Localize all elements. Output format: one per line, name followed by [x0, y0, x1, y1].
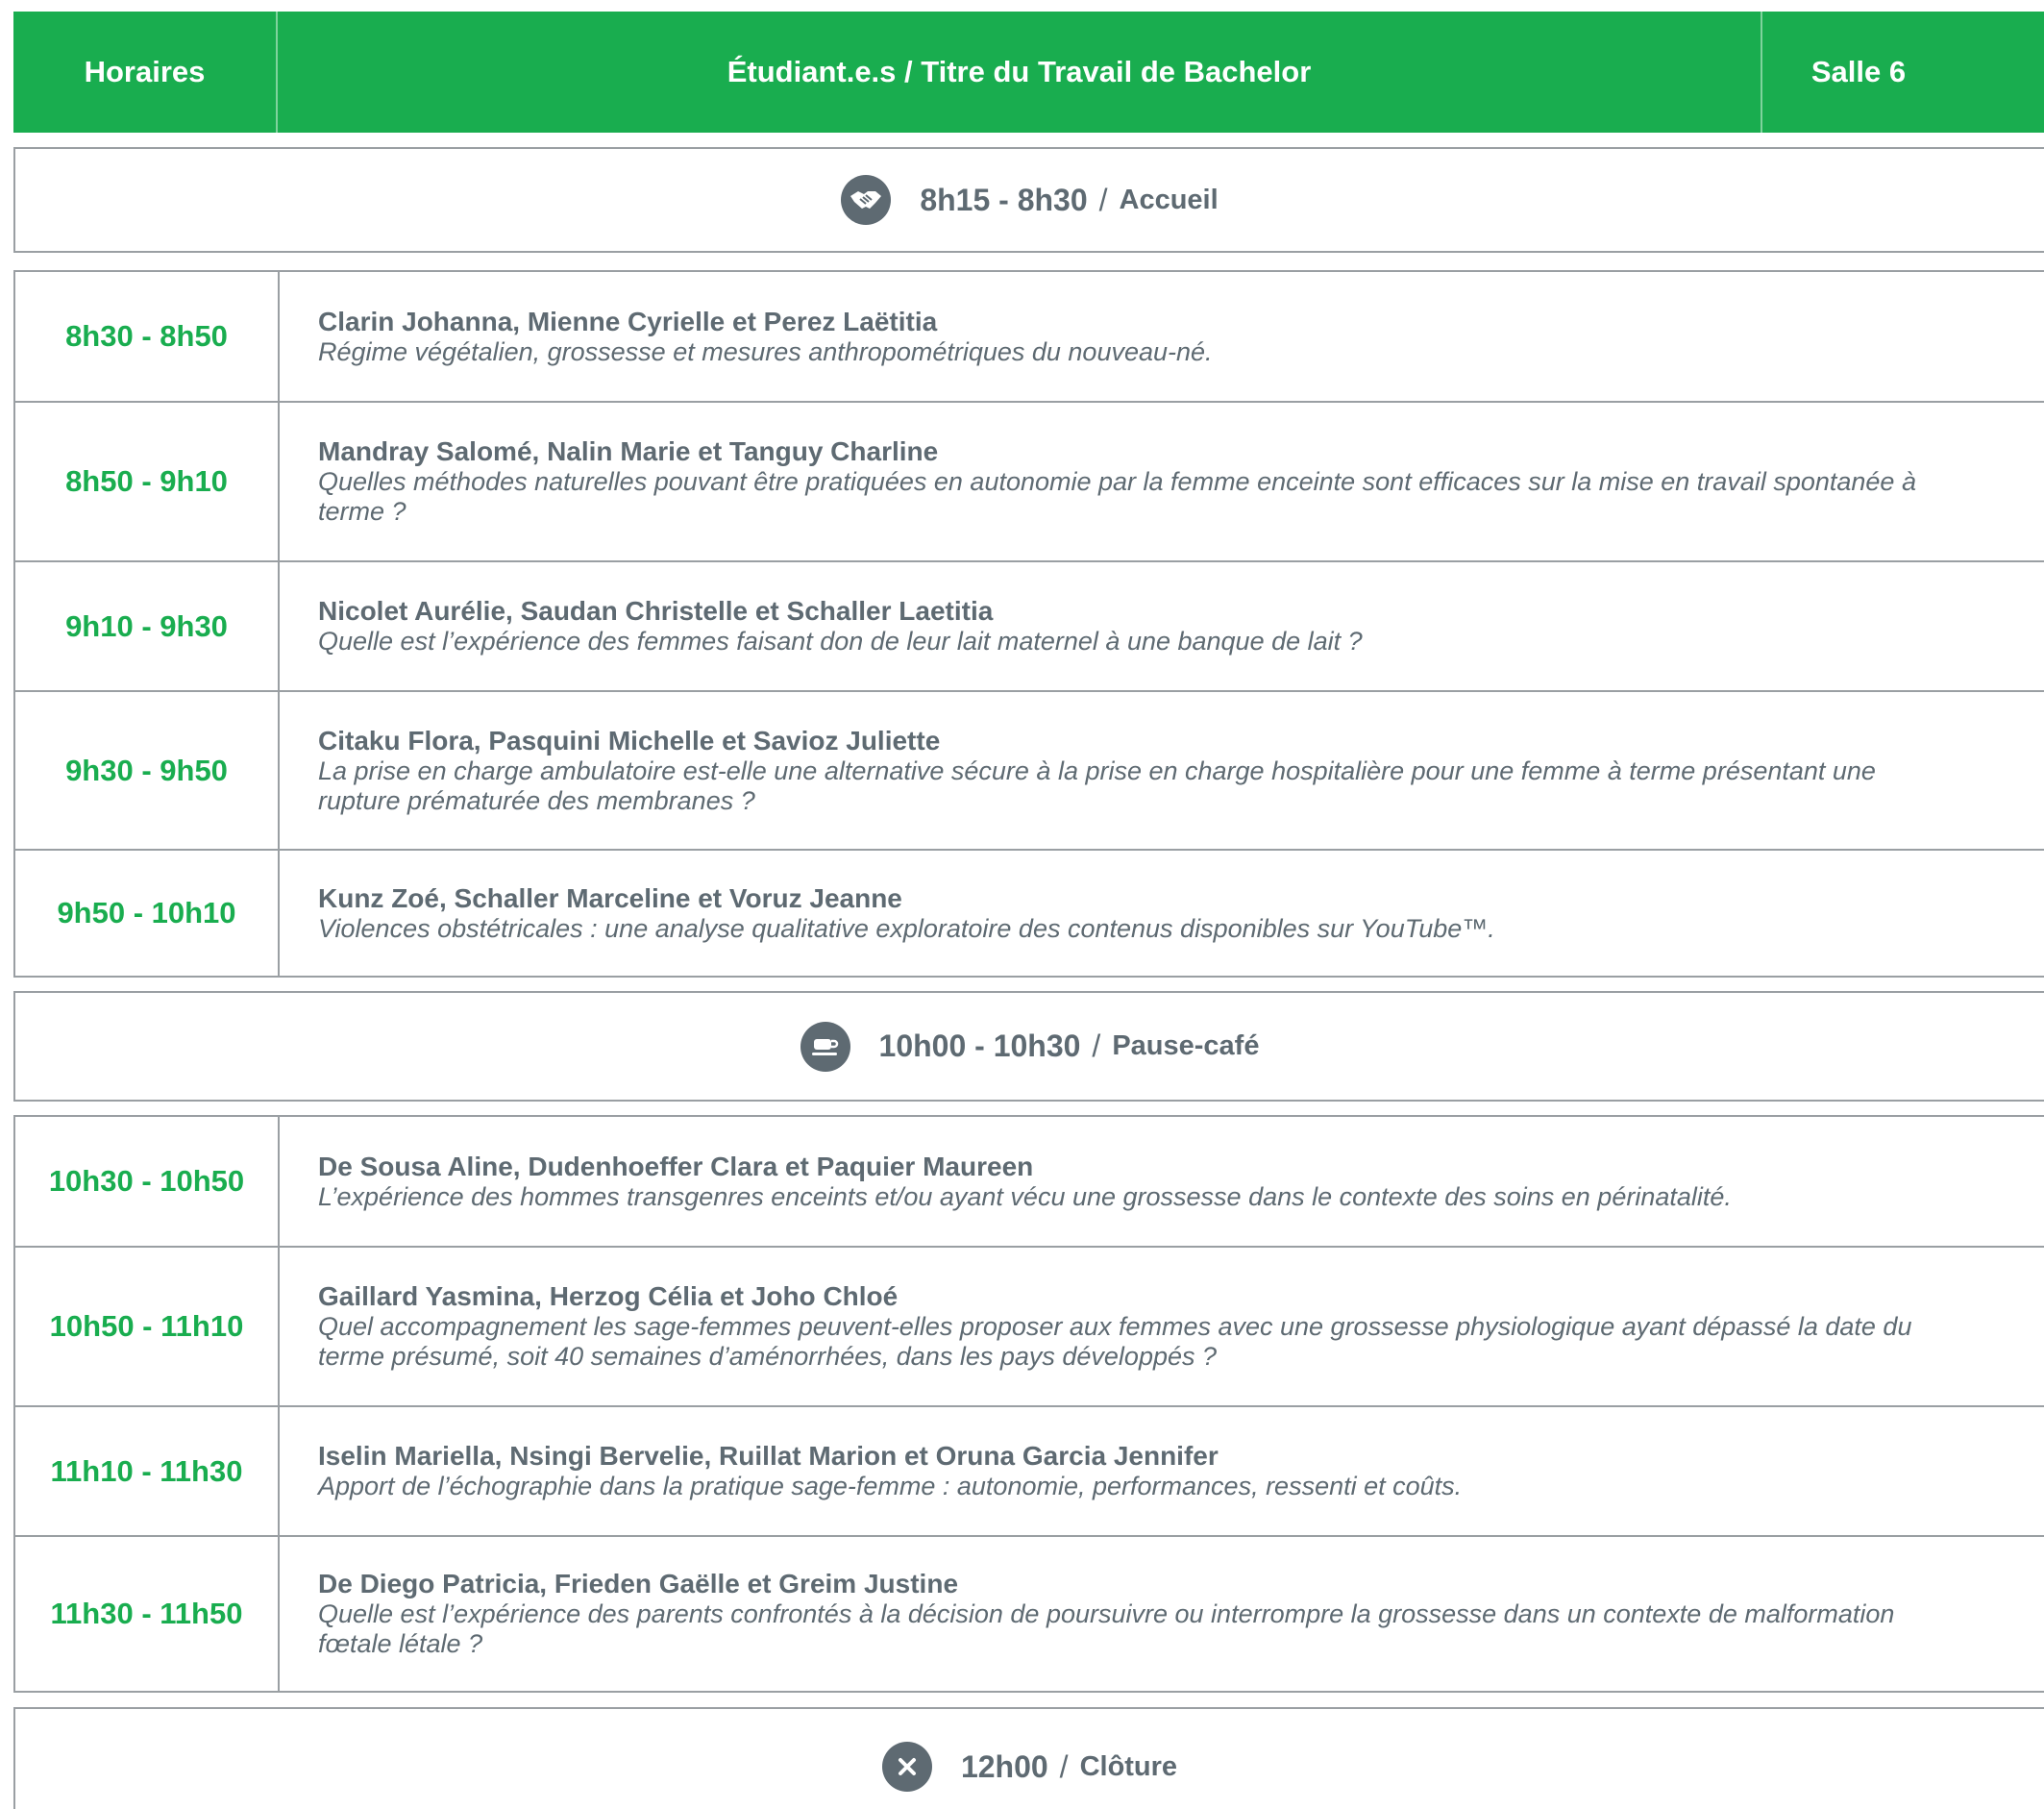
- break-label: Clôture: [1079, 1751, 1178, 1782]
- thesis-title: Violences obstétricales : une analyse qu…: [318, 913, 1495, 943]
- thesis-title: Quel accompagnement les sage-femmes peuv…: [318, 1312, 1912, 1371]
- session-time: 10h50 - 11h10: [15, 1248, 280, 1405]
- separator-slash: /: [1098, 182, 1108, 217]
- student-names: De Diego Patricia, Frieden Gaëlle et Gre…: [318, 1569, 959, 1598]
- session-time: 8h30 - 8h50: [15, 272, 280, 401]
- student-names: Nicolet Aurélie, Saudan Christelle et Sc…: [318, 596, 994, 626]
- thesis-title: Quelles méthodes naturelles pouvant être…: [318, 467, 1916, 526]
- break-band-cloture: 12h00 / Clôture: [13, 1707, 2044, 1809]
- table-row: 8h50 - 9h10 Mandray Salomé, Nalin Marie …: [15, 401, 2044, 560]
- break-band-pause-cafe: 10h00 - 10h30 / Pause-café: [13, 991, 2044, 1102]
- student-names: Citaku Flora, Pasquini Michelle et Savio…: [318, 725, 941, 756]
- header-students-title: Étudiant.e.s / Titre du Travail de Bache…: [278, 12, 1762, 133]
- table-row: 10h30 - 10h50 De Sousa Aline, Dudenhoeff…: [15, 1117, 2044, 1246]
- table-row: 9h30 - 9h50 Citaku Flora, Pasquini Miche…: [15, 690, 2044, 849]
- thesis-title: Quelle est l’expérience des parents conf…: [318, 1599, 1895, 1658]
- session-time: 9h10 - 9h30: [15, 562, 280, 690]
- table-row: 11h10 - 11h30 Iselin Mariella, Nsingi Be…: [15, 1405, 2044, 1535]
- header-room: Salle 6: [1810, 55, 1907, 88]
- session-details: Mandray Salomé, Nalin Marie et Tanguy Ch…: [280, 403, 2044, 560]
- break-time: 8h15 - 8h30: [920, 182, 1088, 217]
- break-label: Accueil: [1119, 184, 1219, 215]
- table-row: 9h50 - 10h10 Kunz Zoé, Schaller Marcelin…: [15, 849, 2044, 976]
- student-names: De Sousa Aline, Dudenhoeffer Clara et Pa…: [318, 1151, 1034, 1181]
- session-details: Nicolet Aurélie, Saudan Christelle et Sc…: [280, 562, 2044, 690]
- session-details: Gaillard Yasmina, Herzog Célia et Joho C…: [280, 1248, 2044, 1405]
- session-time: 9h50 - 10h10: [15, 851, 280, 976]
- thesis-title: Régime végétalien, grossesse et mesures …: [318, 336, 1213, 366]
- separator-slash: /: [1059, 1749, 1069, 1784]
- thesis-title: La prise en charge ambulatoire est-elle …: [318, 756, 1876, 815]
- session-details: Iselin Mariella, Nsingi Bervelie, Ruilla…: [280, 1407, 2044, 1535]
- thesis-title: Quelle est l’expérience des femmes faisa…: [318, 627, 1363, 656]
- break-time: 10h00 - 10h30: [878, 1028, 1081, 1063]
- table-row: 10h50 - 11h10 Gaillard Yasmina, Herzog C…: [15, 1246, 2044, 1405]
- thesis-title: Apport de l’échographie dans la pratique…: [318, 1472, 1463, 1500]
- table-row: 11h30 - 11h50 De Diego Patricia, Frieden…: [15, 1535, 2044, 1691]
- session-details: De Sousa Aline, Dudenhoeffer Clara et Pa…: [280, 1117, 2044, 1246]
- student-names: Iselin Mariella, Nsingi Bervelie, Ruilla…: [318, 1441, 1219, 1471]
- student-names: Gaillard Yasmina, Herzog Célia et Joho C…: [318, 1281, 899, 1311]
- session-time: 11h10 - 11h30: [15, 1407, 280, 1535]
- table-header: Horaires Étudiant.e.s / Titre du Travail…: [13, 12, 2044, 133]
- session-details: Kunz Zoé, Schaller Marceline et Voruz Je…: [280, 851, 2044, 976]
- session-details: Clarin Johanna, Mienne Cyrielle et Perez…: [280, 272, 2044, 401]
- break-band-accueil: 8h15 - 8h30 / Accueil: [13, 147, 2044, 253]
- separator-slash: /: [1092, 1028, 1101, 1063]
- header-horaires: Horaires: [13, 12, 278, 133]
- student-names: Kunz Zoé, Schaller Marceline et Voruz Je…: [318, 882, 902, 913]
- table-row: 8h30 - 8h50 Clarin Johanna, Mienne Cyrie…: [15, 272, 2044, 401]
- session-time: 9h30 - 9h50: [15, 692, 280, 849]
- handshake-icon: [841, 175, 892, 225]
- student-names: Clarin Johanna, Mienne Cyrielle et Perez…: [318, 306, 938, 336]
- session-details: Citaku Flora, Pasquini Michelle et Savio…: [280, 692, 2044, 849]
- student-names: Mandray Salomé, Nalin Marie et Tanguy Ch…: [318, 436, 939, 466]
- session-time: 8h50 - 9h10: [15, 403, 280, 560]
- session-time: 11h30 - 11h50: [15, 1537, 280, 1691]
- close-icon: [881, 1742, 932, 1792]
- session-details: De Diego Patricia, Frieden Gaëlle et Gre…: [280, 1537, 2044, 1691]
- break-time: 12h00: [960, 1749, 1048, 1784]
- session-time: 10h30 - 10h50: [15, 1117, 280, 1246]
- coffee-cup-icon: [800, 1021, 850, 1072]
- table-row: 9h10 - 9h30 Nicolet Aurélie, Saudan Chri…: [15, 560, 2044, 690]
- break-label: Pause-café: [1112, 1030, 1260, 1061]
- sessions-block-late-morning: 10h30 - 10h50 De Sousa Aline, Dudenhoeff…: [13, 1115, 2044, 1693]
- sessions-block-morning: 8h30 - 8h50 Clarin Johanna, Mienne Cyrie…: [13, 270, 2044, 978]
- thesis-title: L’expérience des hommes transgenres ence…: [318, 1181, 1732, 1211]
